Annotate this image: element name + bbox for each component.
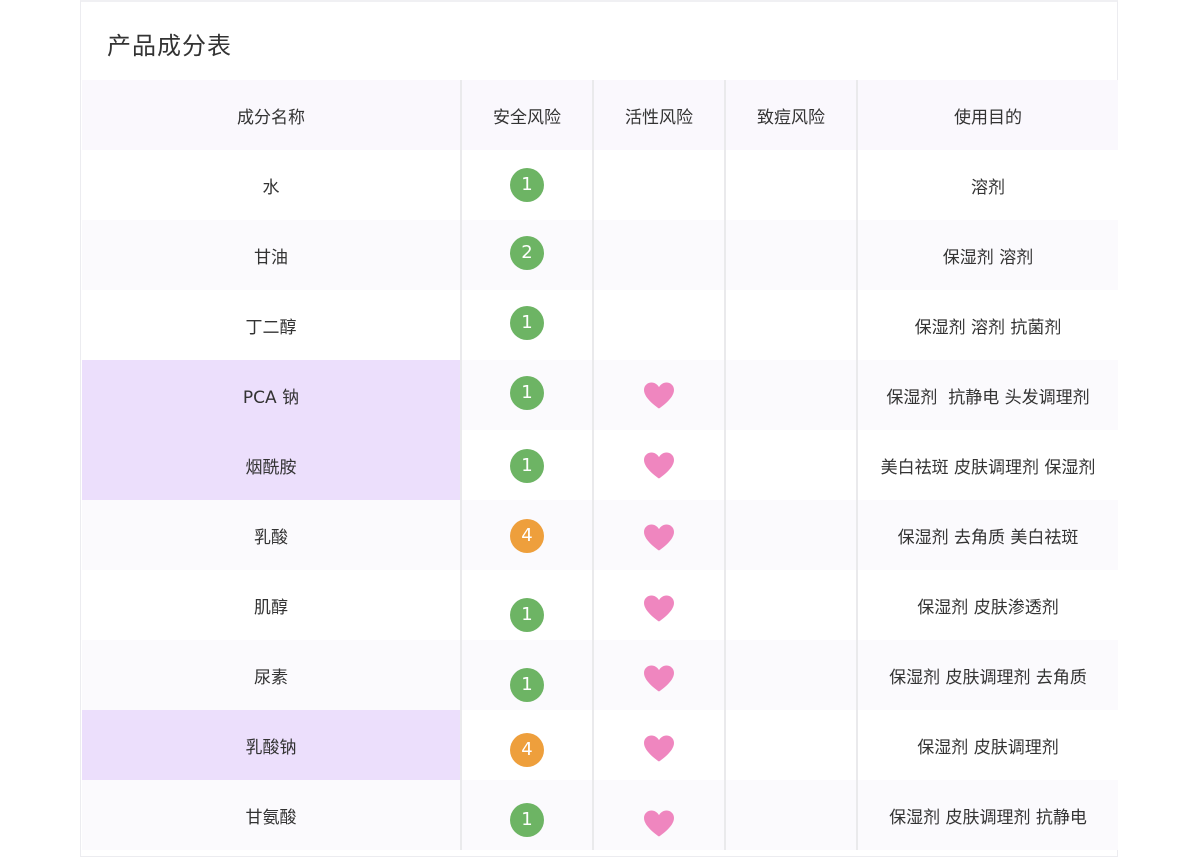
safety-score-badge: 1 bbox=[510, 306, 544, 340]
purpose-cell: 保湿剂 皮肤调理剂 去角质 bbox=[856, 640, 1118, 710]
safety-risk-cell: 1 bbox=[460, 570, 593, 640]
purpose-cell: 保湿剂 皮肤渗透剂 bbox=[856, 570, 1118, 640]
active-risk-cell bbox=[592, 360, 725, 430]
safety-score-badge: 1 bbox=[510, 803, 544, 837]
acne-risk-cell bbox=[724, 640, 857, 710]
ingredient-name-cell[interactable]: 丁二醇 bbox=[82, 290, 461, 360]
acne-risk-cell bbox=[724, 570, 857, 640]
safety-risk-cell: 4 bbox=[460, 500, 593, 570]
safety-score-badge: 1 bbox=[510, 168, 544, 202]
ingredient-name-cell[interactable]: 乳酸钠 bbox=[82, 710, 461, 780]
safety-risk-cell: 1 bbox=[460, 640, 593, 710]
acne-risk-cell bbox=[724, 430, 857, 500]
table-row: 丁二醇 1 保湿剂 溶剂 抗菌剂 bbox=[82, 290, 1118, 360]
purpose-cell: 保湿剂 去角质 美白祛斑 bbox=[856, 500, 1118, 570]
ingredient-name-cell[interactable]: 甘氨酸 bbox=[82, 780, 461, 850]
purpose-cell: 美白祛斑 皮肤调理剂 保湿剂 bbox=[856, 430, 1118, 500]
purpose-cell: 保湿剂 溶剂 抗菌剂 bbox=[856, 290, 1118, 360]
safety-risk-cell: 1 bbox=[460, 290, 593, 360]
acne-risk-cell bbox=[724, 710, 857, 780]
ingredient-table: 成分名称 安全风险 活性风险 致痘风险 使用目的 水 1 溶剂 甘油 2 保湿剂 溶剂 丁二… bbox=[82, 80, 1118, 850]
table-row: 甘氨酸 1 保湿剂 皮肤调理剂 抗静电 bbox=[82, 780, 1118, 850]
active-risk-cell bbox=[592, 430, 725, 500]
acne-risk-cell bbox=[724, 220, 857, 290]
table-row: 乳酸钠 4 保湿剂 皮肤调理剂 bbox=[82, 710, 1118, 780]
active-risk-cell bbox=[592, 500, 725, 570]
purpose-cell: 溶剂 bbox=[856, 150, 1118, 220]
table-row: 甘油 2 保湿剂 溶剂 bbox=[82, 220, 1118, 290]
heart-icon bbox=[643, 524, 675, 557]
table-row: 肌醇 1 保湿剂 皮肤渗透剂 bbox=[82, 570, 1118, 640]
ingredient-name-cell[interactable]: 尿素 bbox=[82, 640, 461, 710]
ingredient-name-cell[interactable]: 水 bbox=[82, 150, 461, 220]
ingredient-name-cell[interactable]: 肌醇 bbox=[82, 570, 461, 640]
active-risk-cell bbox=[592, 220, 725, 290]
ingredient-name-cell[interactable]: 烟酰胺 bbox=[82, 430, 461, 500]
header-active-risk: 活性风险 bbox=[592, 80, 725, 150]
purpose-cell: 保湿剂 抗静电 头发调理剂 bbox=[856, 360, 1118, 430]
table-title: 产品成分表 bbox=[107, 32, 232, 60]
safety-risk-cell: 1 bbox=[460, 430, 593, 500]
header-safety-risk: 安全风险 bbox=[460, 80, 593, 150]
safety-score-badge: 1 bbox=[510, 668, 544, 702]
ingredient-name-cell[interactable]: 甘油 bbox=[82, 220, 461, 290]
ingredient-name-cell[interactable]: 乳酸 bbox=[82, 500, 461, 570]
ingredient-table-card: 产品成分表 成分名称 安全风险 活性风险 致痘风险 使用目的 水 1 溶剂甘油 2 保湿… bbox=[80, 0, 1118, 857]
heart-icon bbox=[643, 735, 675, 768]
active-risk-cell bbox=[592, 710, 725, 780]
active-risk-cell bbox=[592, 780, 725, 850]
heart-icon bbox=[643, 810, 675, 843]
heart-icon bbox=[643, 452, 675, 485]
safety-risk-cell: 4 bbox=[460, 710, 593, 780]
active-risk-cell bbox=[592, 290, 725, 360]
acne-risk-cell bbox=[724, 500, 857, 570]
safety-score-badge: 4 bbox=[510, 733, 544, 767]
purpose-cell: 保湿剂 溶剂 bbox=[856, 220, 1118, 290]
heart-icon bbox=[643, 382, 675, 415]
safety-score-badge: 2 bbox=[510, 236, 544, 270]
safety-risk-cell: 1 bbox=[460, 780, 593, 850]
ingredient-name-cell[interactable]: PCA 钠 bbox=[82, 360, 461, 430]
table-row: 烟酰胺 1 美白祛斑 皮肤调理剂 保湿剂 bbox=[82, 430, 1118, 500]
table-header-row: 成分名称 安全风险 活性风险 致痘风险 使用目的 bbox=[82, 80, 1118, 150]
acne-risk-cell bbox=[724, 290, 857, 360]
table-row: 水 1 溶剂 bbox=[82, 150, 1118, 220]
heart-icon bbox=[643, 665, 675, 698]
safety-score-badge: 1 bbox=[510, 449, 544, 483]
safety-score-badge: 1 bbox=[510, 376, 544, 410]
acne-risk-cell bbox=[724, 780, 857, 850]
acne-risk-cell bbox=[724, 360, 857, 430]
table-row: 尿素 1 保湿剂 皮肤调理剂 去角质 bbox=[82, 640, 1118, 710]
purpose-cell: 保湿剂 皮肤调理剂 bbox=[856, 710, 1118, 780]
active-risk-cell bbox=[592, 150, 725, 220]
acne-risk-cell bbox=[724, 150, 857, 220]
table-row: PCA 钠 1 保湿剂 抗静电 头发调理剂 bbox=[82, 360, 1118, 430]
table-row: 乳酸 4 保湿剂 去角质 美白祛斑 bbox=[82, 500, 1118, 570]
safety-risk-cell: 2 bbox=[460, 220, 593, 290]
heart-icon bbox=[643, 595, 675, 628]
safety-risk-cell: 1 bbox=[460, 360, 593, 430]
header-ingredient-name: 成分名称 bbox=[82, 80, 461, 150]
safety-risk-cell: 1 bbox=[460, 150, 593, 220]
safety-score-badge: 1 bbox=[510, 598, 544, 632]
purpose-cell: 保湿剂 皮肤调理剂 抗静电 bbox=[856, 780, 1118, 850]
active-risk-cell bbox=[592, 640, 725, 710]
active-risk-cell bbox=[592, 570, 725, 640]
header-purpose: 使用目的 bbox=[856, 80, 1118, 150]
header-acne-risk: 致痘风险 bbox=[724, 80, 857, 150]
safety-score-badge: 4 bbox=[510, 519, 544, 553]
